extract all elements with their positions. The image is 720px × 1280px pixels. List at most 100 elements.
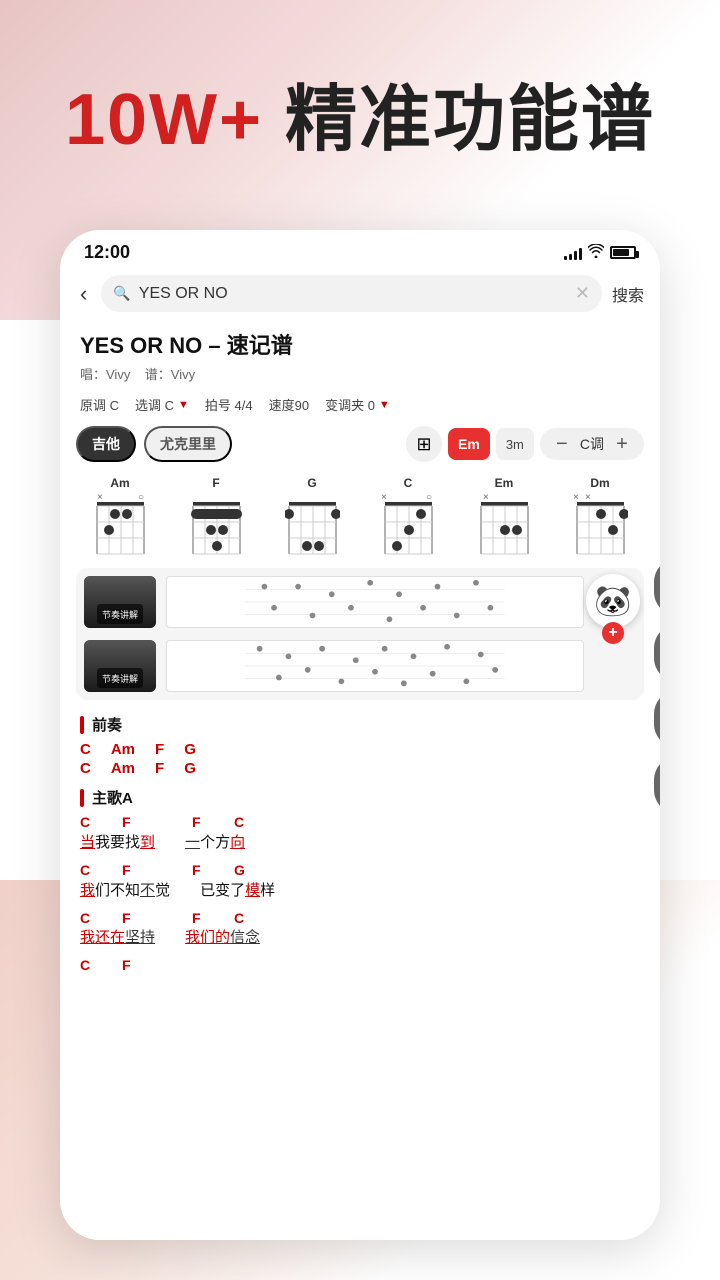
search-submit-button[interactable]: 搜索 (612, 282, 644, 306)
song-title: YES OR NO – 速记谱 (80, 328, 640, 360)
chord-am1: Am (111, 741, 135, 758)
verse-line-3: C F F C 我还在坚持我们的信念 (80, 910, 640, 948)
lyric-line-1: 当我要找到一个方向 (80, 831, 640, 852)
video-thumb-1[interactable]: 节奏讲解 (84, 576, 156, 628)
tempo: 速度90 (269, 395, 309, 414)
chord-em-button[interactable]: Em (448, 428, 490, 460)
chord-diagram-f[interactable]: F 2 (172, 476, 260, 556)
selected-key-dropdown-icon: ▼ (178, 399, 189, 411)
search-row: ‹ 🔍 YES OR NO ✕ 搜索 (60, 269, 660, 318)
section-header-versea: 主歌A (80, 787, 640, 808)
svg-text:○: ○ (426, 494, 432, 503)
like-button[interactable]: ♥ 12.3W (654, 558, 660, 616)
chord-g1: G (184, 741, 196, 758)
above-chords-2: C F F G (80, 862, 640, 879)
add-follow-button[interactable]: + (602, 622, 624, 644)
above-chords-3: C F F C (80, 910, 640, 927)
hero-title: 10W+ 精准功能谱 (0, 60, 720, 165)
song-meta: 唱：Vivy 谱：Vivy (80, 364, 640, 383)
rhythm-grid-2 (166, 640, 584, 692)
score-area: 前奏 C Am F G C Am F G 主歌A (60, 704, 660, 1004)
chord-f1: F (155, 741, 164, 758)
video-label-2: 节奏讲解 (102, 674, 138, 684)
phone-mockup: 12:00 ‹ 🔍 (60, 230, 660, 1240)
wifi-icon (588, 244, 604, 261)
composer-label: 谱：Vivy (145, 367, 195, 382)
video-thumb-2[interactable]: 节奏讲解 (84, 640, 156, 692)
key-label: C调 (580, 434, 604, 454)
chord-diagram-dm[interactable]: Dm × × (556, 476, 644, 556)
svg-text:×: × (585, 494, 591, 503)
svg-text:×: × (97, 494, 103, 503)
svg-text:×: × (573, 494, 579, 503)
video-row-1: 节奏讲解 (84, 576, 584, 628)
capo[interactable]: 变调夹 0 ▼ (325, 395, 390, 414)
guitar-button[interactable]: 吉他 (76, 426, 136, 462)
chord-diagrams: Am × ○ F (60, 468, 660, 564)
above-chord-f1: F (122, 814, 164, 831)
above-chord-f2: F (192, 814, 234, 831)
status-bar: 12:00 (60, 230, 660, 269)
above-chord-space (164, 814, 192, 831)
chord-c2: C (80, 760, 91, 777)
above-chords-4: C F (80, 957, 640, 974)
verse-line-2: C F F G 我们不知不觉已变了模样 (80, 862, 640, 900)
chord-grid-button[interactable]: ⊞ (406, 426, 442, 462)
chord-g2: G (184, 760, 196, 777)
chord-diagram-am[interactable]: Am × ○ (76, 476, 164, 556)
beat: 拍号 4/4 (205, 395, 253, 414)
section-bar-icon-2 (80, 789, 84, 807)
status-time: 12:00 (84, 242, 130, 263)
rhythm-grid-1 (166, 576, 584, 628)
video-label-1: 节奏讲解 (102, 610, 138, 620)
hero-brand: 10W+ (65, 80, 263, 160)
above-chord-c2: C (234, 814, 276, 831)
difficulty-button[interactable]: 📊 难度·中 (654, 690, 660, 748)
avatar-panda-icon: 🐼 (594, 584, 631, 619)
video-section: 节奏讲解 (76, 568, 644, 700)
section-bar-icon (80, 716, 84, 734)
back-button[interactable]: ‹ (76, 277, 91, 311)
search-bar[interactable]: 🔍 YES OR NO ✕ (101, 275, 602, 312)
ukulele-button[interactable]: 尤克里里 (144, 426, 232, 462)
key-minus-button[interactable]: − (550, 432, 574, 456)
battery-icon (610, 246, 636, 259)
selected-key[interactable]: 选调 C ▼ (135, 395, 189, 414)
search-query: YES OR NO (139, 285, 567, 303)
original-key: 原调 C (80, 395, 119, 414)
lyric-line-3: 我还在坚持我们的信念 (80, 926, 640, 947)
chord-3m-button[interactable]: 3m (496, 428, 534, 460)
above-chords-1: C F F C (80, 814, 640, 831)
above-chord-c: C (80, 814, 122, 831)
avatar-container[interactable]: 🐼 (586, 574, 640, 628)
svg-text:×: × (381, 494, 387, 503)
share-button[interactable]: ↗ 分享 (654, 756, 660, 814)
section-name-prelude: 前奏 (92, 714, 122, 735)
chord-diagram-em[interactable]: Em × (460, 476, 548, 556)
signal-icon (564, 246, 582, 260)
chord-c1: C (80, 741, 91, 758)
chord-diagram-c[interactable]: C × ○ (364, 476, 452, 556)
star-button[interactable]: ☆ 收藏 (654, 624, 660, 682)
hero-subtitle: 精准功能谱 (263, 80, 655, 160)
clear-button[interactable]: ✕ (575, 283, 590, 304)
svg-text:×: × (483, 494, 489, 503)
key-plus-button[interactable]: + (610, 432, 634, 456)
prelude-chord-row-1: C Am F G (80, 741, 640, 758)
search-icon: 🔍 (113, 285, 130, 302)
video-row-2: 节奏讲解 (84, 640, 584, 692)
side-actions: ♥ 12.3W ☆ 收藏 📊 难度·中 ↗ 分享 (654, 558, 660, 814)
section-prelude: 前奏 C Am F G C Am F G (80, 714, 640, 777)
chord-f2: F (155, 760, 164, 777)
chord-am2: Am (111, 760, 135, 777)
section-versea: 主歌A C F F C 当我要找到一个方向 C F (80, 787, 640, 974)
chord-diagram-g[interactable]: G (268, 476, 356, 556)
hero-area: 10W+ 精准功能谱 (0, 60, 720, 165)
instrument-row: 吉他 尤克里里 ⊞ Em 3m − C调 + (60, 420, 660, 468)
key-control: − C调 + (540, 428, 644, 460)
section-header-prelude: 前奏 (80, 714, 640, 735)
capo-dropdown-icon: ▼ (379, 399, 390, 411)
chord-display: ⊞ Em 3m − C调 + (406, 426, 644, 462)
prelude-chord-row-2: C Am F G (80, 760, 640, 777)
svg-text:○: ○ (138, 494, 144, 503)
